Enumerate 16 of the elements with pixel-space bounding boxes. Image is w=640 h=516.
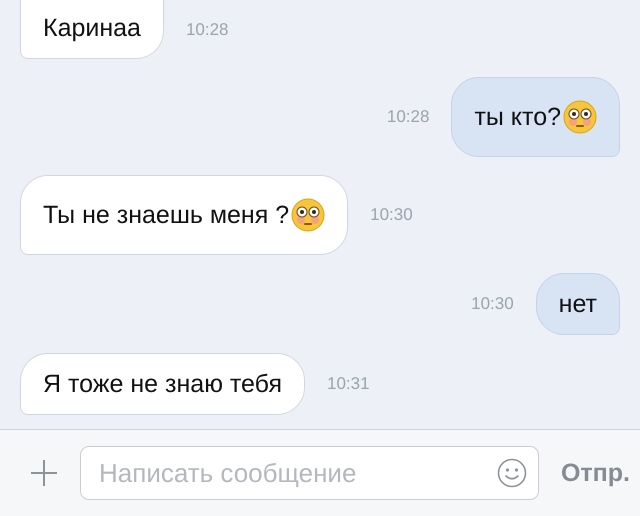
message-text: нет <box>558 290 597 318</box>
message-input[interactable]: Написать сообщение <box>80 446 539 500</box>
message-text: ты кто? <box>474 103 561 131</box>
message-time: 10:30 <box>471 294 514 314</box>
message-time: 10:28 <box>386 107 430 127</box>
smiley-icon[interactable] <box>496 458 527 488</box>
flushed-face-icon <box>291 198 326 232</box>
message-time: 10:31 <box>327 374 370 394</box>
flushed-face-icon <box>563 100 597 134</box>
message-text: Каринаа <box>43 14 141 42</box>
message-text: Я тоже не знаю тебя <box>43 370 282 398</box>
message-time: 10:28 <box>186 20 228 40</box>
plus-icon[interactable] <box>30 459 58 487</box>
message-text: Ты не знаешь меня ? <box>43 201 290 229</box>
send-button[interactable]: Отпр. <box>560 458 630 488</box>
message-time: 10:30 <box>370 205 413 225</box>
